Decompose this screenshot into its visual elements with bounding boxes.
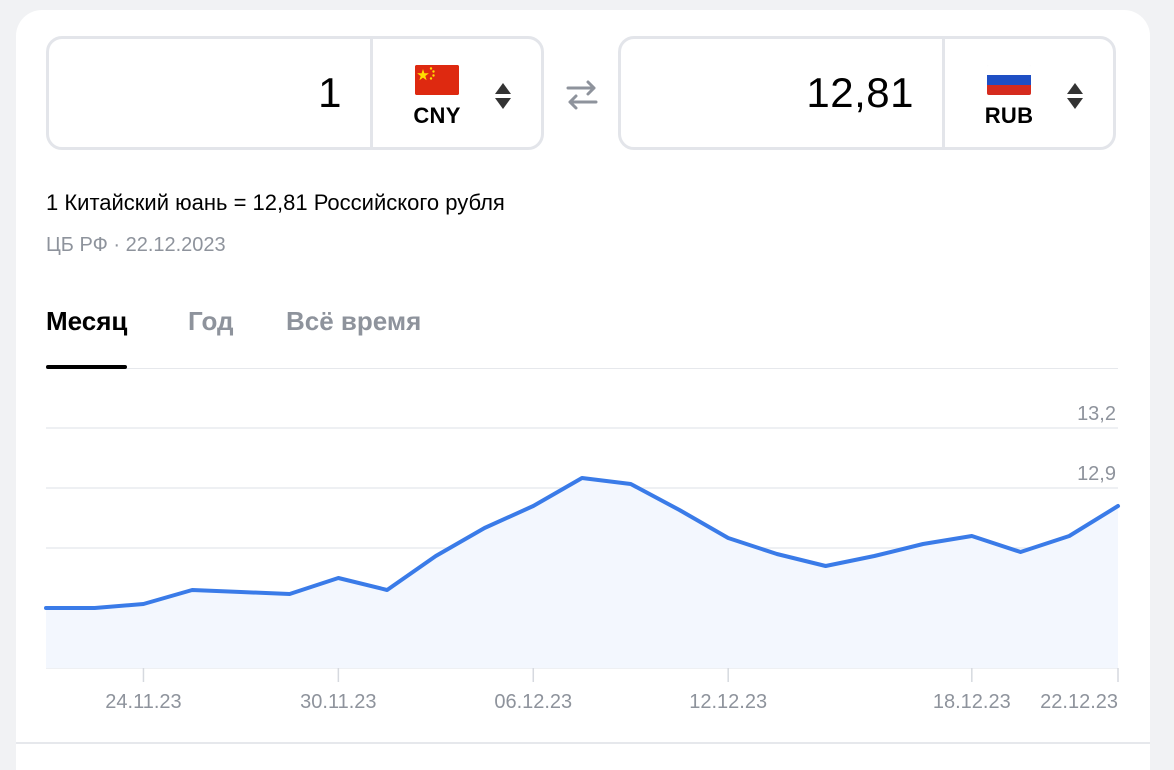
- currency-converter-card: 1 CNY 12,81 RUB 1 Китайский юань = 12,81…: [16, 10, 1150, 770]
- x-tick-label: 22.12.23: [1040, 691, 1118, 713]
- series-area: [46, 478, 1118, 668]
- y-tick-label: 13,2: [1077, 403, 1116, 425]
- tab-month[interactable]: Месяц: [46, 306, 128, 369]
- period-tabs: Месяц Год Всё время: [46, 306, 1118, 369]
- y-tick-label: 12,9: [1077, 463, 1116, 485]
- up-down-arrows-icon: [1065, 81, 1085, 111]
- from-currency-select[interactable]: CNY: [373, 39, 541, 147]
- china-flag-icon: [415, 65, 459, 95]
- exchange-rate-chart[interactable]: 13,212,912,612,31224.11.2330.11.2306.12.…: [16, 390, 1150, 730]
- x-tick-label: 12.12.23: [689, 691, 767, 713]
- to-currency-select[interactable]: RUB: [945, 39, 1113, 147]
- russia-flag-icon: [987, 65, 1031, 95]
- from-converter: 1 CNY: [46, 36, 544, 150]
- tab-year[interactable]: Год: [188, 306, 234, 368]
- to-converter: 12,81 RUB: [618, 36, 1116, 150]
- up-down-arrows-icon: [493, 81, 513, 111]
- x-tick-label: 30.11.23: [300, 691, 376, 713]
- from-currency-code: CNY: [413, 103, 461, 128]
- tab-all-time[interactable]: Всё время: [286, 306, 421, 368]
- x-tick-label: 18.12.23: [933, 691, 1011, 713]
- swap-arrows-icon[interactable]: [564, 76, 600, 112]
- exchange-rate-text: 1 Китайский юань = 12,81 Российского руб…: [46, 190, 505, 215]
- to-amount-input[interactable]: 12,81: [621, 39, 942, 147]
- rate-source-text: ЦБ РФ · 22.12.2023: [46, 234, 226, 256]
- bottom-divider: [16, 742, 1150, 744]
- to-currency-code: RUB: [984, 103, 1034, 128]
- from-amount-input[interactable]: 1: [49, 39, 370, 147]
- x-tick-label: 06.12.23: [494, 691, 572, 713]
- x-tick-label: 24.11.23: [105, 691, 181, 713]
